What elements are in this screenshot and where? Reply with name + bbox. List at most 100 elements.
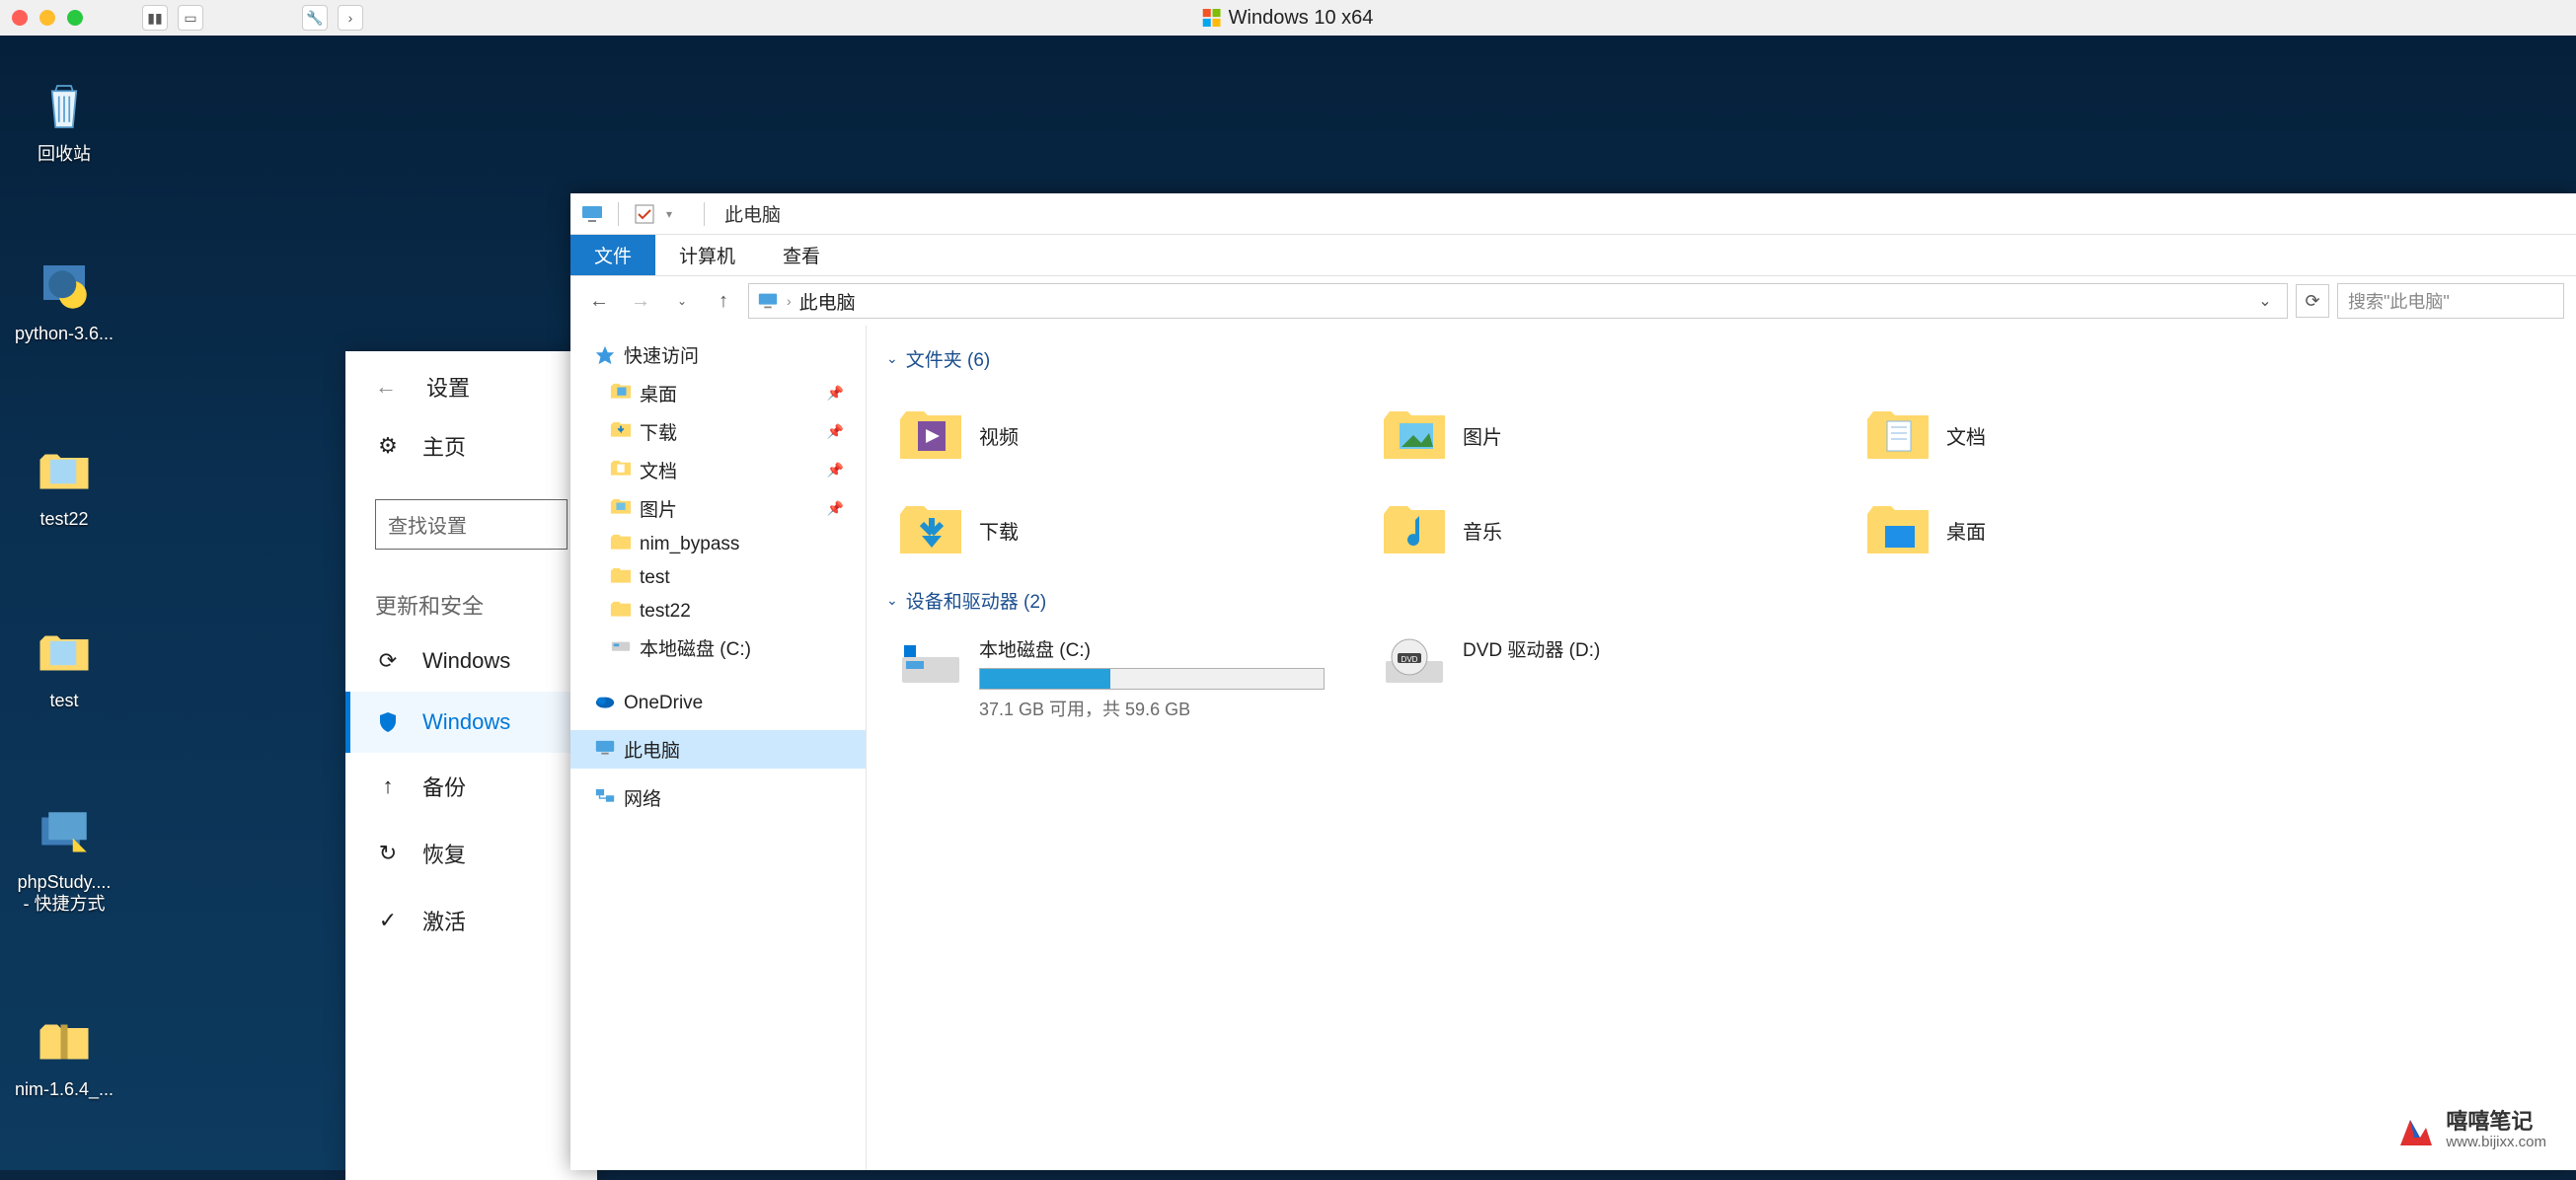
chevron-down-icon: ⌄ [886, 592, 898, 609]
drive-c-name: 本地磁盘 (C:) [979, 635, 1360, 662]
drive-c[interactable]: 本地磁盘 (C:) 37.1 GB 可用，共 59.6 GB [886, 629, 1370, 727]
chevron-down-icon: ⌄ [886, 350, 898, 367]
back-arrow-icon[interactable]: ← [375, 374, 397, 400]
tab-computer[interactable]: 计算机 [655, 235, 759, 275]
cloud-icon [594, 693, 616, 714]
watermark: 嘻嘻笔记 www.bijixx.com [2396, 1110, 2546, 1150]
snapshot-button[interactable]: ▭ [178, 5, 203, 31]
chevron-right-icon[interactable]: › [787, 293, 792, 309]
svg-text:DVD: DVD [1402, 655, 1418, 664]
maximize-button[interactable] [67, 10, 83, 26]
phpstudy-icon [33, 803, 96, 866]
group-folders[interactable]: ⌄ 文件夹 (6) [886, 345, 2556, 372]
desktop[interactable]: 回收站 python-3.6... test22 test phpStudy..… [0, 36, 2576, 1170]
sync-icon: ⟳ [375, 648, 401, 674]
pause-button[interactable]: ▮▮ [142, 5, 168, 31]
pin-icon: 📌 [827, 385, 844, 402]
this-pc-icon [594, 739, 616, 761]
nav-pictures[interactable]: 图片 📌 [570, 489, 866, 528]
folder-icon [610, 567, 632, 589]
address-bar[interactable]: › 此电脑 ⌄ [748, 283, 2288, 319]
drive-d[interactable]: DVD DVD 驱动器 (D:) [1370, 629, 1854, 727]
dvd-drive-icon: DVD [1380, 635, 1449, 691]
search-input[interactable]: 搜索"此电脑" [2337, 283, 2564, 319]
watermark-text: 嘻嘻笔记 [2446, 1110, 2546, 1134]
address-dropdown[interactable]: ⌄ [2251, 291, 2279, 311]
mac-titlebar: ▮▮ ▭ 🔧 › Windows 10 x64 [0, 0, 2576, 36]
this-pc-mini-icon [757, 290, 779, 312]
drive-c-usage-bar [979, 668, 1325, 690]
folder-icon [610, 421, 632, 443]
nav-desktop[interactable]: 桌面 📌 [570, 374, 866, 412]
refresh-button[interactable]: ⟳ [2296, 284, 2329, 318]
folder-icon [33, 440, 96, 503]
settings-windows-update[interactable]: ⟳ Windows [345, 630, 597, 692]
settings-recovery[interactable]: ↻ 恢复 [345, 820, 597, 887]
documents-folder-icon [1863, 407, 1932, 463]
folder-desktop[interactable]: 桌面 [1854, 482, 2337, 577]
watermark-url: www.bijixx.com [2446, 1134, 2546, 1150]
recycle-bin[interactable]: 回收站 [10, 75, 118, 166]
drive-d-name: DVD 驱动器 (D:) [1463, 635, 1844, 662]
ribbon-tabs: 文件 计算机 查看 [570, 235, 2576, 276]
folder-icon [610, 460, 632, 481]
settings-search-input[interactable]: 查找设置 [375, 499, 568, 550]
folder-icon [610, 383, 632, 405]
quick-access-dropdown[interactable]: ▾ [666, 202, 690, 226]
minimize-button[interactable] [39, 10, 55, 26]
folder-test22[interactable]: test22 [10, 440, 118, 531]
downloads-folder-icon [896, 502, 965, 557]
star-icon [594, 344, 616, 366]
folder-pictures[interactable]: 图片 [1370, 388, 1854, 482]
folder-videos[interactable]: 视频 [886, 388, 1370, 482]
phpstudy-shortcut[interactable]: phpStudy.... - 快捷方式 [10, 803, 118, 915]
nav-this-pc[interactable]: 此电脑 [570, 730, 866, 769]
pictures-folder-icon [1380, 407, 1449, 463]
group-devices[interactable]: ⌄ 设备和驱动器 (2) [886, 587, 2556, 614]
nav-onedrive[interactable]: OneDrive [570, 687, 866, 720]
folder-test[interactable]: test [10, 622, 118, 712]
nav-up-button[interactable]: ↑ [707, 284, 740, 318]
checkbox-icon[interactable] [633, 202, 656, 226]
nav-back-button[interactable]: ← [582, 284, 616, 318]
nav-downloads[interactable]: 下载 📌 [570, 412, 866, 451]
tab-view[interactable]: 查看 [759, 235, 844, 275]
traffic-lights [12, 10, 83, 26]
music-folder-icon [1380, 502, 1449, 557]
nav-test22[interactable]: test22 [570, 595, 866, 628]
shield-icon [375, 709, 401, 735]
folder-downloads[interactable]: 下载 [886, 482, 1370, 577]
breadcrumb-this-pc[interactable]: 此电脑 [799, 288, 856, 315]
nav-network[interactable]: 网络 [570, 778, 866, 817]
videos-folder-icon [896, 407, 965, 463]
nav-quick-access[interactable]: 快速访问 [570, 335, 866, 374]
explorer-titlebar: ▾ 此电脑 [570, 193, 2576, 235]
window-title: 此电脑 [719, 200, 781, 227]
settings-window: ← 设置 ⚙ 主页 查找设置 更新和安全 ⟳ Windows Windows ↑… [345, 351, 597, 1180]
folder-documents[interactable]: 文档 [1854, 388, 2337, 482]
file-explorer-window: ▾ 此电脑 文件 计算机 查看 ← → ⌄ ↑ › 此电脑 ⌄ ⟳ [570, 193, 2576, 1170]
folder-icon [610, 534, 632, 555]
folder-music[interactable]: 音乐 [1370, 482, 1854, 577]
settings-backup[interactable]: ↑ 备份 [345, 753, 597, 820]
nav-local-disk-c[interactable]: 本地磁盘 (C:) [570, 628, 866, 667]
nim-archive[interactable]: nim-1.6.4_... [10, 1010, 118, 1101]
nav-recent-dropdown[interactable]: ⌄ [665, 284, 699, 318]
settings-activation[interactable]: ✓ 激活 [345, 887, 597, 954]
vm-title: Windows 10 x64 [1203, 7, 1374, 30]
nav-nim-bypass[interactable]: nim_bypass [570, 528, 866, 561]
settings-title: 设置 [426, 371, 470, 403]
tab-file[interactable]: 文件 [570, 235, 655, 275]
nav-test[interactable]: test [570, 561, 866, 595]
settings-home[interactable]: ⚙ 主页 [345, 412, 597, 479]
settings-section-label: 更新和安全 [345, 569, 597, 630]
python-installer[interactable]: python-3.6... [10, 255, 118, 345]
close-button[interactable] [12, 10, 28, 26]
address-bar-row: ← → ⌄ ↑ › 此电脑 ⌄ ⟳ 搜索"此电脑" [570, 276, 2576, 326]
settings-windows-security[interactable]: Windows [345, 692, 597, 753]
nav-documents[interactable]: 文档 📌 [570, 451, 866, 489]
archive-icon [33, 1010, 96, 1073]
next-button[interactable]: › [338, 5, 363, 31]
drive-icon [610, 637, 632, 659]
settings-tool-button[interactable]: 🔧 [302, 5, 328, 31]
